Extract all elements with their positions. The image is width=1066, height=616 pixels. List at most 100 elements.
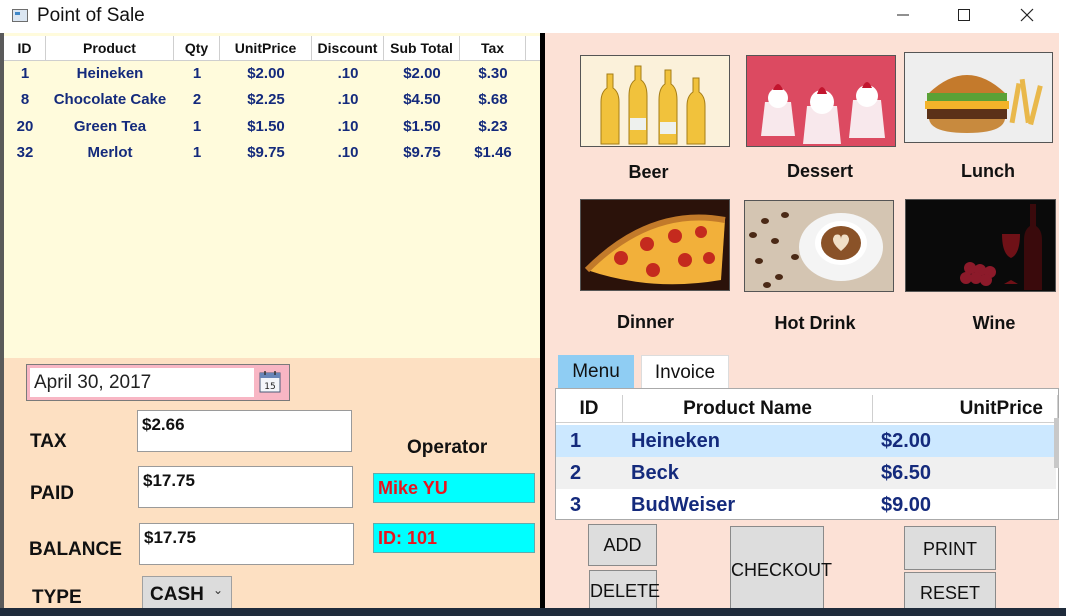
cell-unitprice: $9.75	[247, 144, 285, 161]
paid-label: PAID	[30, 483, 74, 504]
tab-invoice[interactable]: Invoice	[641, 355, 729, 388]
beer-photo[interactable]	[580, 55, 730, 147]
category-label-lunch[interactable]: Lunch	[924, 161, 1052, 182]
cell-discount: .10	[337, 118, 359, 135]
paid-field[interactable]: $17.75	[138, 466, 353, 508]
cell-qty: 2	[192, 91, 202, 108]
menu-cell-name: Beck	[631, 462, 679, 484]
cell-subtotal: $2.00	[403, 65, 441, 82]
cell-id: 32	[16, 144, 34, 161]
print-button[interactable]: PRINT	[904, 526, 996, 570]
tax-label: TAX	[30, 431, 67, 452]
order-row[interactable]: 32 Merlot 1 $9.75 .10 $9.75 $1.46	[4, 140, 526, 166]
dessert-photo[interactable]	[746, 55, 896, 147]
balance-field[interactable]: $17.75	[139, 523, 354, 565]
menu-product-grid[interactable]: ID Product Name UnitPrice 1 Heineken $2.…	[555, 388, 1059, 520]
cell-id: 1	[20, 65, 30, 82]
menu-cell-id: 2	[570, 462, 582, 484]
category-label-dessert[interactable]: Dessert	[751, 161, 889, 182]
payment-type-select[interactable]: CASH ⌄	[142, 576, 232, 610]
delete-button[interactable]: DELETE	[589, 570, 660, 612]
menu-cell-id: 1	[570, 430, 582, 452]
date-field[interactable]: April 30, 2017	[30, 368, 254, 397]
date-picker[interactable]: April 30, 2017 15	[26, 364, 290, 401]
cell-product: Heineken	[76, 65, 144, 82]
burger-photo[interactable]	[904, 52, 1053, 143]
cell-tax: $.68	[478, 91, 508, 108]
col-header-unitprice[interactable]: UnitPrice	[220, 36, 312, 61]
tax-field[interactable]: $2.66	[137, 410, 352, 452]
col-header-subtotal[interactable]: Sub Total	[384, 36, 460, 61]
wine-photo[interactable]	[905, 199, 1056, 292]
minimize-button[interactable]	[873, 0, 933, 30]
operator-name-field: Mike YU	[373, 473, 535, 503]
pizza-icon	[581, 200, 729, 290]
cell-unitprice: $2.00	[247, 65, 285, 82]
window-title: Point of Sale	[37, 5, 145, 26]
order-row[interactable]: 8 Chocolate Cake 2 $2.25 .10 $4.50 $.68	[4, 87, 526, 113]
category-label-wine[interactable]: Wine	[925, 313, 1063, 334]
menu-cell-name: BudWeiser	[631, 494, 736, 516]
window-edge-right	[1059, 33, 1066, 616]
operator-id-field: ID: 101	[373, 523, 535, 553]
category-label-beer[interactable]: Beer	[580, 162, 717, 183]
calendar-icon[interactable]: 15	[258, 370, 282, 394]
coffee-photo[interactable]	[744, 200, 894, 292]
cell-product: Merlot	[87, 144, 133, 161]
taskbar-edge	[0, 608, 1066, 616]
cell-discount: .10	[337, 91, 359, 108]
checkout-button[interactable]: CHECKOUT	[730, 526, 832, 612]
add-button[interactable]: ADD	[588, 524, 657, 566]
tab-menu[interactable]: Menu	[558, 355, 634, 388]
reset-button[interactable]: RESET	[904, 572, 996, 612]
cell-unitprice: $1.50	[247, 118, 285, 135]
burger-icon	[905, 53, 1052, 142]
cell-discount: .10	[337, 65, 359, 82]
menu-col-header-name[interactable]: Product Name	[623, 395, 873, 423]
menu-cell-price: $9.00	[881, 494, 932, 516]
type-label: TYPE	[32, 587, 82, 608]
menu-cell-id: 3	[570, 494, 582, 516]
cell-unitprice: $2.25	[247, 91, 285, 108]
cell-discount: .10	[337, 144, 359, 161]
maximize-icon	[958, 9, 970, 21]
cell-tax: $.23	[478, 118, 508, 135]
cell-product: Chocolate Cake	[53, 91, 167, 108]
col-header-qty[interactable]: Qty	[174, 36, 220, 61]
cell-id: 20	[16, 118, 34, 135]
category-label-hot-drink[interactable]: Hot Drink	[746, 313, 884, 334]
col-header-discount[interactable]: Discount	[312, 36, 384, 61]
dessert-cups-icon	[747, 56, 895, 146]
col-header-product[interactable]: Product	[46, 36, 174, 61]
maximize-button[interactable]	[934, 0, 994, 30]
cell-subtotal: $1.50	[403, 118, 441, 135]
menu-cell-price: $6.50	[881, 462, 932, 484]
menu-cell-price: $2.00	[881, 430, 932, 452]
menu-col-header-price[interactable]: UnitPrice	[873, 395, 1058, 423]
category-label-dinner[interactable]: Dinner	[577, 312, 714, 333]
close-icon	[1020, 8, 1034, 22]
chevron-down-icon: ⌄	[213, 583, 224, 597]
payment-type-value: CASH	[150, 584, 204, 605]
menu-row[interactable]: 2 Beck $6.50	[556, 457, 1056, 489]
app-window-icon	[12, 9, 28, 22]
col-header-tax[interactable]: Tax	[460, 36, 526, 61]
calendar-day: 15	[264, 382, 275, 392]
cell-subtotal: $4.50	[403, 91, 441, 108]
cell-tax: $1.46	[474, 144, 512, 161]
order-grid-header: ID Product Qty UnitPrice Discount Sub To…	[4, 36, 544, 61]
menu-row-selected[interactable]: 1 Heineken $2.00	[556, 425, 1056, 457]
cell-qty: 1	[192, 144, 202, 161]
order-row[interactable]: 20 Green Tea 1 $1.50 .10 $1.50 $.23	[4, 114, 526, 140]
col-header-id[interactable]: ID	[4, 36, 46, 61]
cell-subtotal: $9.75	[403, 144, 441, 161]
cell-tax: $.30	[478, 65, 508, 82]
menu-row[interactable]: 3 BudWeiser $9.00	[556, 489, 1056, 519]
order-row[interactable]: 1 Heineken 1 $2.00 .10 $2.00 $.30	[4, 61, 526, 87]
cell-id: 8	[20, 91, 30, 108]
coffee-cup-icon	[745, 201, 893, 291]
pizza-photo[interactable]	[580, 199, 730, 291]
close-button[interactable]	[997, 0, 1057, 30]
menu-col-header-id[interactable]: ID	[556, 395, 623, 423]
cell-qty: 1	[192, 65, 202, 82]
